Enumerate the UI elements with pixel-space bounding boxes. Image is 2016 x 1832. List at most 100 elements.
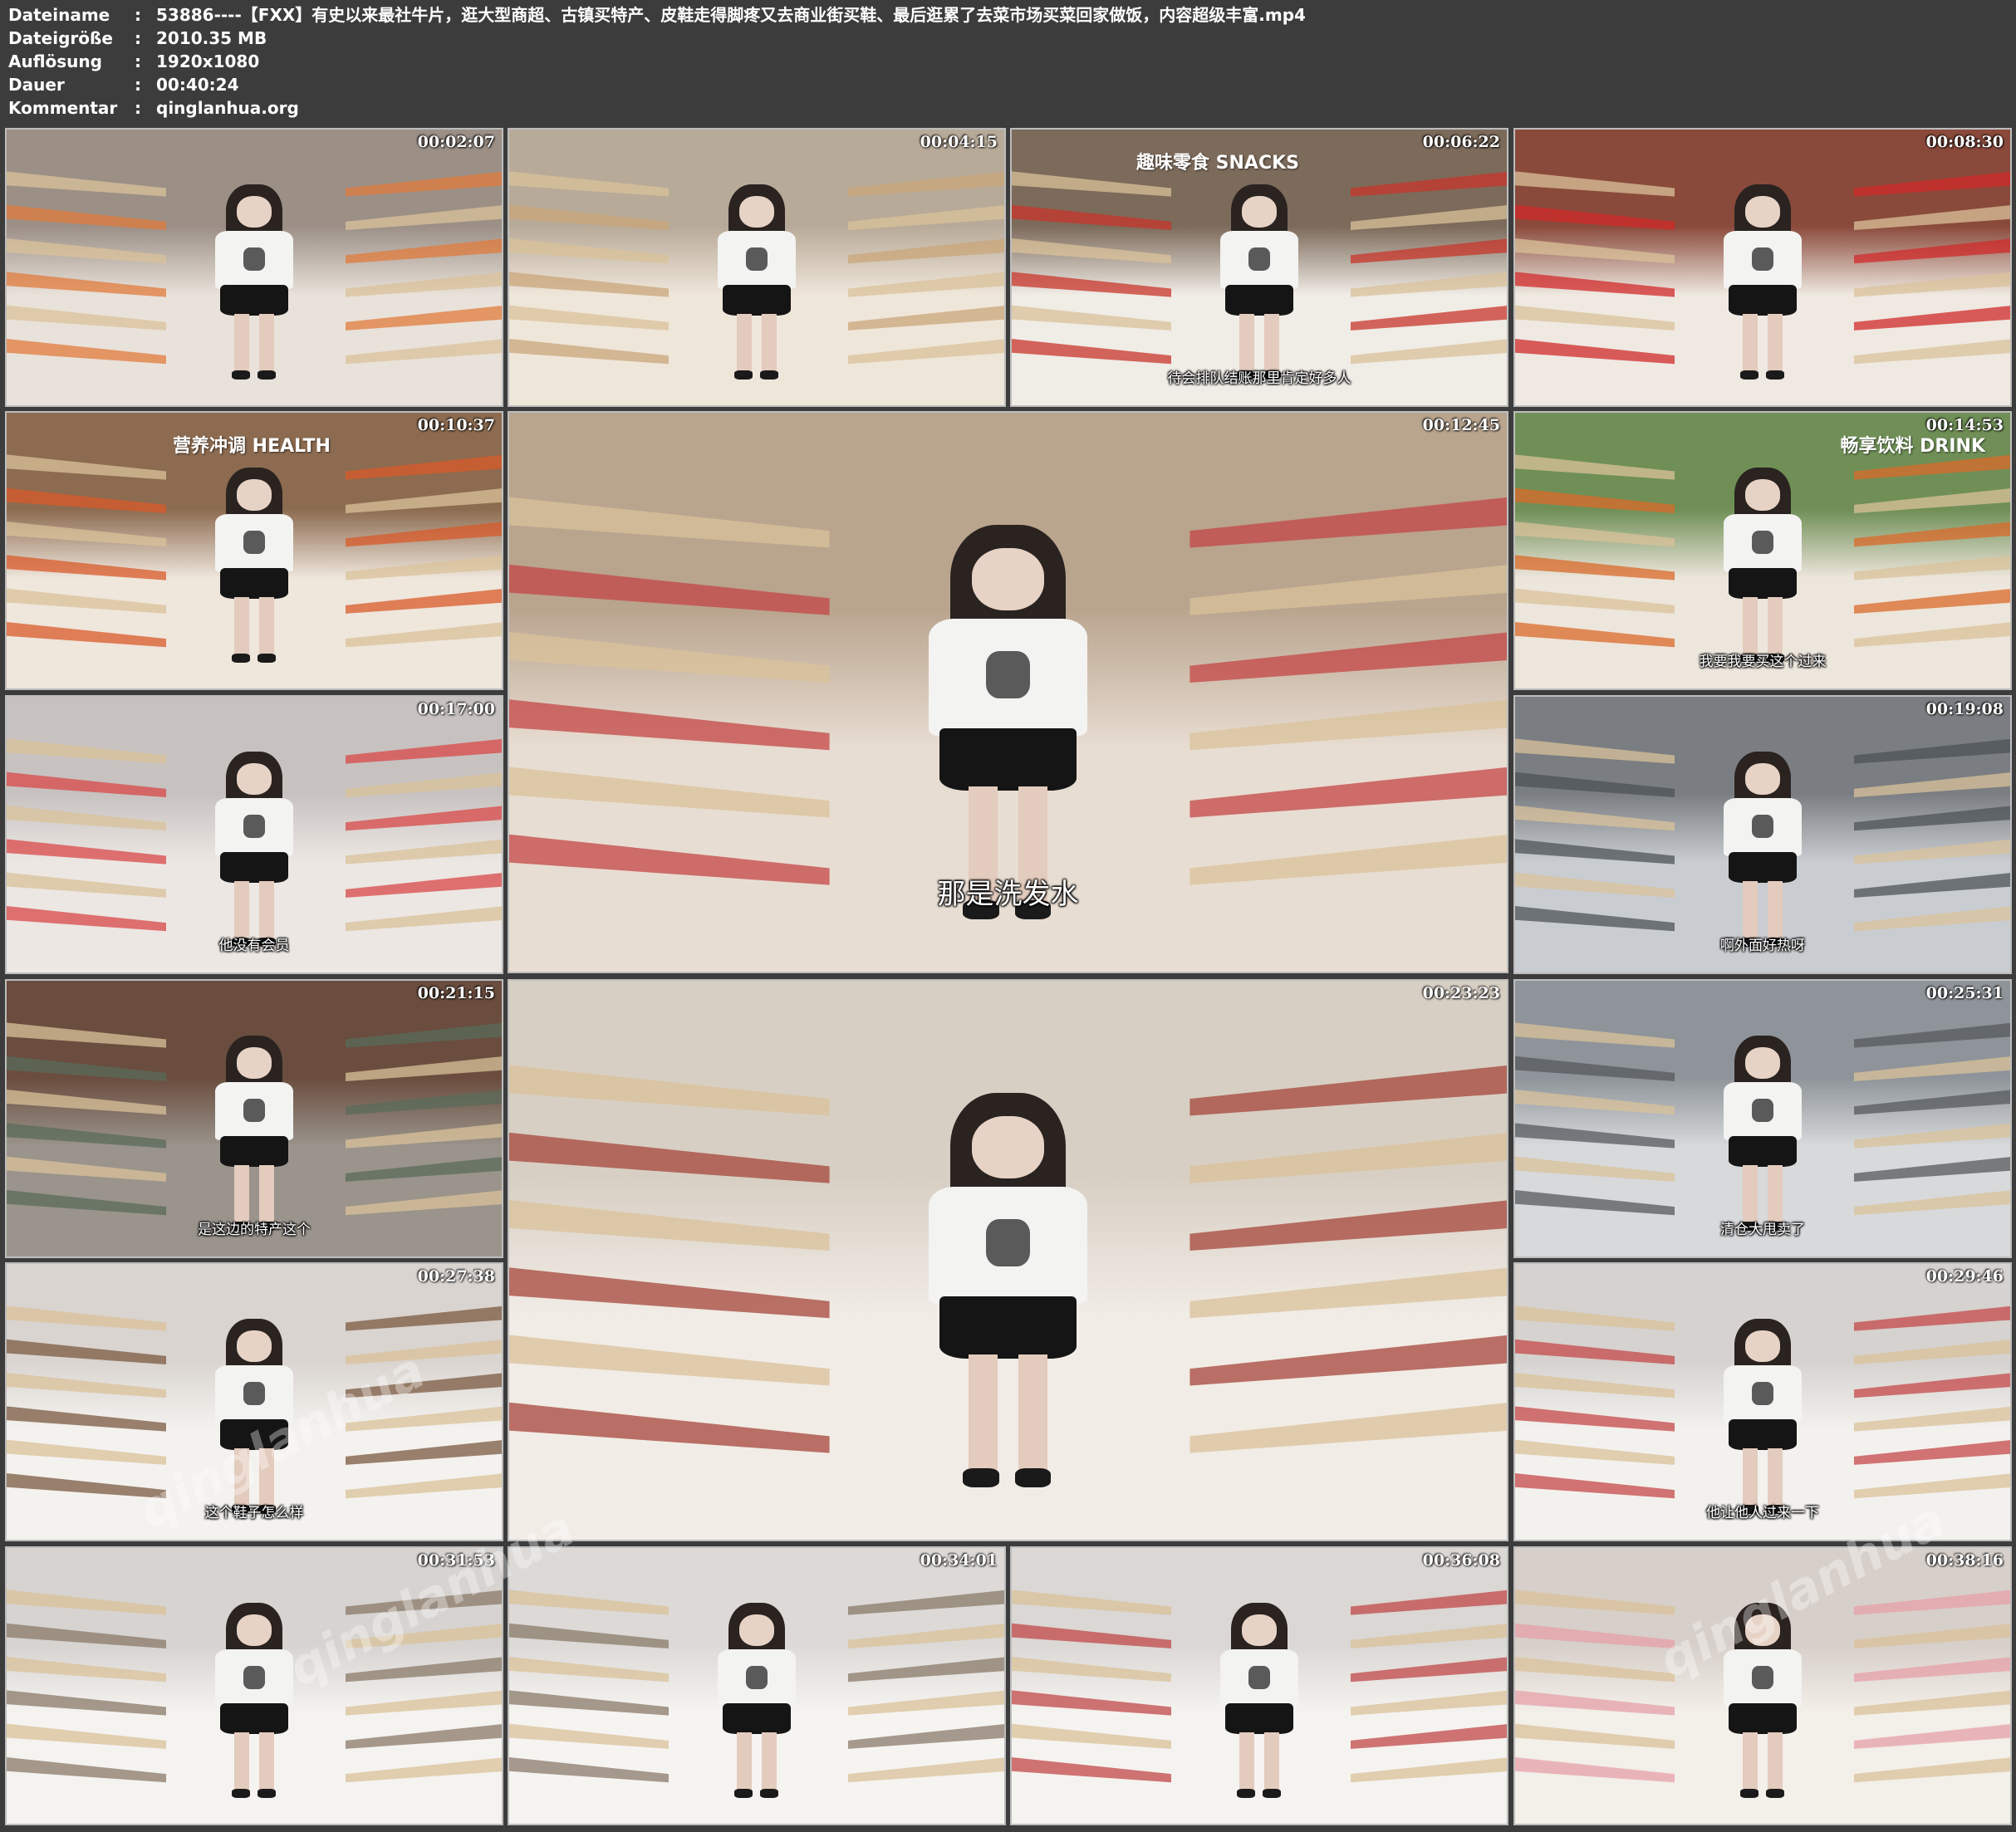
shelf-left	[7, 555, 166, 580]
shelf-left	[7, 1123, 166, 1149]
figure-shoe2	[760, 370, 778, 380]
shelf-left	[509, 564, 830, 615]
figure-shoe2	[760, 1788, 778, 1799]
figure-face	[738, 1614, 775, 1646]
figure-leg1	[1743, 1448, 1758, 1506]
figure-skirt	[220, 568, 288, 600]
shelf-left	[7, 1657, 166, 1683]
shelf-left	[7, 272, 166, 297]
figure-shoe2	[1766, 1788, 1784, 1799]
shelf-right	[1854, 1090, 2010, 1115]
figure-face	[236, 1614, 272, 1646]
shelf-right	[1351, 272, 1507, 297]
shelf-left	[7, 906, 166, 932]
figure-skirt	[1729, 1419, 1797, 1451]
subtitle: 他没有会员	[218, 938, 290, 954]
figure-shoe1	[232, 653, 250, 664]
shelf-right	[1189, 1335, 1507, 1386]
timestamp: 00:19:08	[1925, 700, 2004, 718]
timestamp: 00:34:01	[920, 1551, 998, 1570]
subtitle: 待会排队结账那里肯定好多人	[1167, 370, 1351, 387]
timestamp: 00:36:08	[1422, 1551, 1500, 1570]
shelf-right	[1854, 339, 2010, 365]
figure-skirt	[1729, 852, 1797, 884]
shelf-left	[1012, 1590, 1171, 1615]
figure-skirt	[220, 1703, 288, 1735]
shelf-right	[1351, 1690, 1507, 1716]
figure-shoe1	[963, 1467, 999, 1488]
figure-face	[738, 196, 775, 228]
shelf-left	[509, 305, 669, 331]
shelf-left	[7, 204, 166, 230]
shelf-left	[509, 171, 669, 197]
person-figure	[1718, 468, 1807, 664]
figure-skirt	[220, 1136, 288, 1168]
figure-leg1	[1239, 1732, 1254, 1790]
video-thumbnail: 营养冲调 HEALTH 00:10:37	[5, 411, 503, 690]
shelf-right	[1854, 772, 2010, 797]
figure-shirt	[214, 798, 294, 856]
figure-leg1	[1743, 1165, 1758, 1223]
shelf-left	[509, 238, 669, 264]
figure-shoe2	[258, 370, 276, 380]
shelf-left	[7, 1190, 166, 1216]
figure-shirt	[929, 1186, 1087, 1304]
shelf-left	[1515, 238, 1675, 264]
shelf-left	[1012, 305, 1171, 331]
figure-leg1	[968, 1354, 998, 1472]
figure-face	[1744, 763, 1781, 795]
shelf-right	[1189, 1403, 1507, 1453]
shelf-right	[1351, 339, 1507, 365]
shelf-left	[7, 339, 166, 365]
figure-shoe1	[1740, 370, 1758, 380]
figure-shirt	[214, 1082, 294, 1140]
shelf-left	[1515, 1123, 1675, 1149]
shelf-left	[1515, 1373, 1675, 1398]
figure-leg1	[234, 881, 249, 939]
person-figure	[209, 184, 298, 380]
timestamp: 00:25:31	[1925, 984, 2004, 1002]
video-thumbnail: 00:08:30	[1513, 128, 2012, 407]
shelf-left	[1515, 555, 1675, 580]
shelf-left	[7, 622, 166, 648]
shelf-left	[509, 699, 830, 751]
shelf-left	[7, 588, 166, 614]
shelf-left	[1012, 1723, 1171, 1749]
figure-shoe2	[258, 1788, 276, 1799]
shelf-right	[848, 171, 1004, 197]
video-thumbnail: 畅享饮料 DRINK 00:14:53 我要我要买这个过来	[1513, 411, 2012, 690]
shelf-right	[1854, 1190, 2010, 1216]
subtitle: 我要我要买这个过来	[1699, 654, 1827, 670]
shelf-left	[7, 1339, 166, 1364]
shelf-right	[1351, 171, 1507, 197]
figure-leg1	[234, 597, 249, 655]
shelf-right	[1854, 1056, 2010, 1081]
shelf-left	[7, 1022, 166, 1048]
shelf-right	[1854, 1340, 2010, 1364]
shelf-right	[346, 1305, 502, 1331]
shelf-right	[848, 205, 1004, 230]
shelf-left	[1515, 1623, 1675, 1648]
figure-skirt	[1729, 1703, 1797, 1735]
video-thumbnail: 00:23:23	[508, 979, 1508, 1541]
video-thumbnail: 00:02:07	[5, 128, 503, 407]
timestamp: 00:04:15	[920, 133, 998, 151]
shelf-left	[1012, 339, 1171, 365]
shelf-left	[1515, 1305, 1675, 1331]
shelf-right	[1854, 205, 2010, 230]
shelf-left	[509, 1132, 830, 1183]
figure-shirt	[214, 1649, 294, 1707]
shelf-left	[7, 1623, 166, 1648]
shelf-left	[7, 771, 166, 797]
shelf-left	[7, 738, 166, 764]
shelf-left	[509, 632, 830, 683]
timestamp: 00:38:16	[1925, 1551, 2004, 1570]
shelf-left	[1515, 171, 1675, 197]
shelf-left	[1515, 906, 1675, 932]
shelf-right	[1854, 1157, 2010, 1182]
shelf-left	[1012, 171, 1171, 197]
shelf-right	[346, 806, 502, 831]
figure-leg2	[762, 314, 777, 372]
figure-leg1	[1239, 314, 1254, 372]
store-sign: 营养冲调 HEALTH	[173, 436, 331, 457]
